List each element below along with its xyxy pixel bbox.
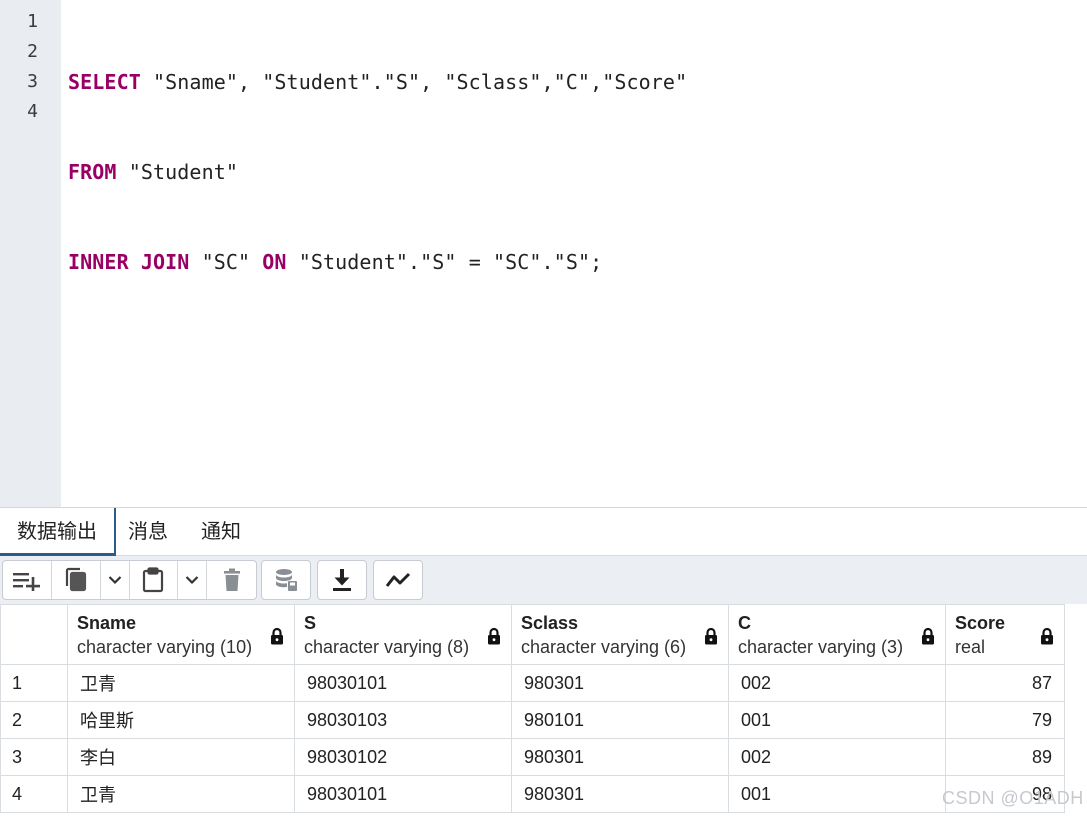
download-group — [317, 560, 367, 600]
column-header-sname[interactable]: Sname character varying (10) — [67, 604, 295, 665]
cell-score[interactable]: 89 — [945, 738, 1065, 776]
graph-group — [373, 560, 423, 600]
column-type: character varying (6) — [521, 637, 687, 657]
column-type: character varying (8) — [304, 637, 470, 657]
edit-button-group — [2, 560, 257, 600]
cell-s[interactable]: 98030102 — [294, 738, 512, 776]
column-name: Sname — [77, 613, 137, 633]
sql-keyword: FROM — [68, 160, 117, 184]
table-row[interactable]: 4 卫青 98030101 980301 001 98 — [0, 775, 1065, 813]
graph-visualiser-button[interactable] — [374, 561, 422, 599]
lock-icon — [270, 627, 284, 650]
line-number: 4 — [27, 101, 38, 122]
delete-button[interactable] — [207, 561, 256, 599]
sql-text: "Student" — [116, 160, 238, 184]
lock-icon — [921, 627, 935, 650]
download-icon — [331, 568, 353, 592]
paste-options-dropdown[interactable] — [178, 561, 208, 599]
add-row-button[interactable] — [3, 561, 52, 599]
watermark: CSDN @O1ADH — [942, 788, 1084, 808]
column-name: Sclass — [521, 613, 579, 633]
tab-data-output[interactable]: 数据输出 — [0, 508, 116, 556]
table-row[interactable]: 3 李白 98030102 980301 002 89 — [0, 738, 1065, 776]
column-name: Score — [955, 613, 1006, 633]
graph-icon — [385, 571, 411, 589]
column-type: character varying (10) — [77, 637, 253, 657]
cell-c[interactable]: 001 — [728, 775, 946, 813]
row-number[interactable]: 1 — [0, 664, 68, 702]
result-tabs: 数据输出 消息 通知 — [0, 508, 1087, 556]
chevron-down-icon — [185, 575, 199, 585]
sql-keyword: ON — [262, 250, 287, 274]
cell-score[interactable]: 79 — [945, 701, 1065, 739]
cell-s[interactable]: 98030103 — [294, 701, 512, 739]
column-name: S — [304, 613, 317, 633]
cell-c[interactable]: 001 — [728, 701, 946, 739]
add-row-icon — [12, 569, 42, 591]
cell-s[interactable]: 98030101 — [294, 775, 512, 813]
cell-sclass[interactable]: 980301 — [511, 775, 729, 813]
lock-icon — [487, 627, 501, 650]
column-type: real — [955, 637, 986, 657]
save-group — [261, 560, 311, 600]
copy-icon — [64, 567, 88, 593]
result-table: Sname character varying (10) S character… — [0, 604, 1065, 813]
line-number: 2 — [27, 41, 38, 62]
row-number-header — [0, 604, 68, 665]
sql-keyword: SELECT — [68, 70, 141, 94]
cell-sclass[interactable]: 980301 — [511, 664, 729, 702]
column-header-s[interactable]: S character varying (8) — [294, 604, 512, 665]
paste-icon — [141, 567, 165, 593]
copy-button[interactable] — [52, 561, 101, 599]
save-data-icon — [274, 568, 298, 592]
column-header-sclass[interactable]: Sclass character varying (6) — [511, 604, 729, 665]
data-toolbar — [0, 556, 1087, 604]
download-button[interactable] — [318, 561, 366, 599]
column-type: character varying (3) — [738, 637, 904, 657]
cell-sname[interactable]: 李白 — [67, 738, 295, 776]
sql-editor[interactable]: 1 2 3 4 SELECT "Sname", "Student"."S", "… — [0, 0, 1087, 508]
save-data-button[interactable] — [262, 561, 310, 599]
code-line-2: FROM "Student" — [68, 157, 687, 187]
sql-text: "Sname", "Student"."S", "Sclass","C","Sc… — [140, 70, 688, 94]
column-name: C — [738, 613, 751, 633]
sql-keyword: INNER JOIN — [68, 250, 190, 274]
copy-options-dropdown[interactable] — [101, 561, 130, 599]
result-grid: Sname character varying (10) S character… — [0, 604, 1087, 813]
cell-c[interactable]: 002 — [728, 664, 946, 702]
code-line-1: SELECT "Sname", "Student"."S", "Sclass",… — [68, 67, 687, 97]
cell-sclass[interactable]: 980301 — [511, 738, 729, 776]
chevron-down-icon — [108, 575, 122, 585]
table-row[interactable]: 2 哈里斯 98030103 980101 001 79 — [0, 701, 1065, 739]
cell-c[interactable]: 002 — [728, 738, 946, 776]
tab-messages[interactable]: 消息 — [128, 508, 168, 553]
table-row[interactable]: 1 卫青 98030101 980301 002 87 — [0, 664, 1065, 702]
row-number[interactable]: 2 — [0, 701, 68, 739]
sql-code[interactable]: SELECT "Sname", "Student"."S", "Sclass",… — [68, 7, 687, 427]
line-number: 1 — [27, 11, 38, 32]
lock-icon — [704, 627, 718, 650]
column-header-c[interactable]: C character varying (3) — [728, 604, 946, 665]
delete-icon — [222, 568, 242, 592]
cell-score[interactable]: 87 — [945, 664, 1065, 702]
row-number[interactable]: 4 — [0, 775, 68, 813]
code-line-3: INNER JOIN "SC" ON "Student"."S" = "SC".… — [68, 247, 687, 277]
row-number[interactable]: 3 — [0, 738, 68, 776]
cell-sname[interactable]: 卫青 — [67, 775, 295, 813]
cell-sname[interactable]: 卫青 — [67, 664, 295, 702]
cell-sclass[interactable]: 980101 — [511, 701, 729, 739]
sql-text: "Student"."S" = "SC"."S"; — [286, 250, 603, 274]
column-header-score[interactable]: Score real — [945, 604, 1065, 665]
lock-icon — [1040, 627, 1054, 650]
header-row: Sname character varying (10) S character… — [0, 604, 1065, 665]
sql-text: "SC" — [189, 250, 263, 274]
cell-s[interactable]: 98030101 — [294, 664, 512, 702]
line-number: 3 — [27, 71, 38, 92]
cell-sname[interactable]: 哈里斯 — [67, 701, 295, 739]
paste-button[interactable] — [130, 561, 179, 599]
line-number-gutter: 1 2 3 4 — [0, 0, 61, 508]
tab-notifications[interactable]: 通知 — [201, 508, 241, 553]
